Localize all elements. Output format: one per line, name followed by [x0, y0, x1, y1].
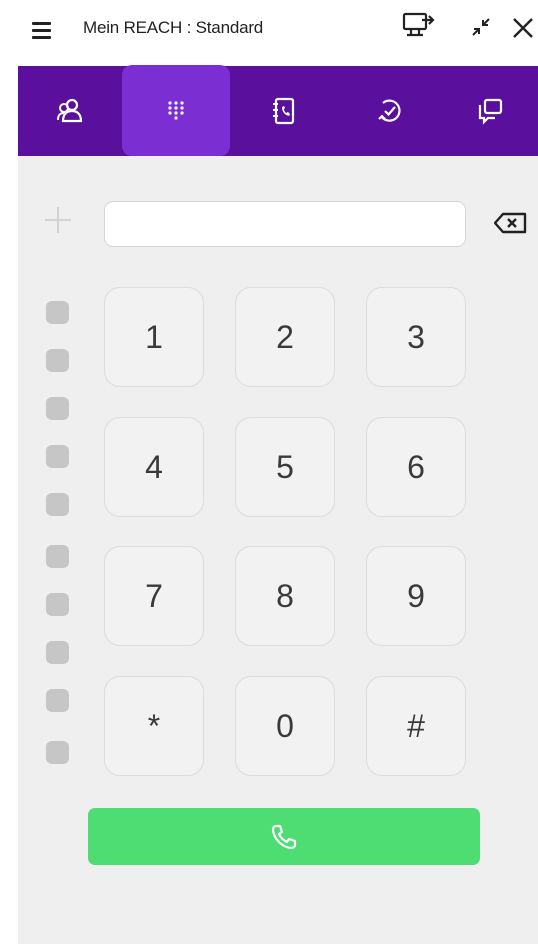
add-contact-button[interactable] [43, 205, 73, 235]
main-nav [18, 65, 538, 156]
key-2[interactable]: 2 [235, 287, 335, 387]
speed-dial-button[interactable] [46, 397, 69, 420]
close-icon[interactable] [511, 16, 535, 40]
menu-icon[interactable] [30, 18, 54, 42]
tab-history[interactable] [338, 66, 442, 156]
key-1[interactable]: 1 [104, 287, 204, 387]
speed-dial-button[interactable] [46, 445, 69, 468]
key-3[interactable]: 3 [366, 287, 466, 387]
title-bar: Mein REACH : Standard [0, 0, 538, 62]
key-9[interactable]: 9 [366, 546, 466, 646]
call-button[interactable] [88, 808, 480, 865]
speed-dial-button[interactable] [46, 493, 69, 516]
tab-phonebook[interactable] [230, 66, 338, 156]
speed-dial-button[interactable] [46, 349, 69, 372]
key-4[interactable]: 4 [104, 417, 204, 517]
key-star[interactable]: * [104, 676, 204, 776]
app-title: Mein REACH : Standard [83, 18, 264, 37]
speed-dial-button[interactable] [46, 593, 69, 616]
contacts-icon [57, 98, 83, 123]
speed-dial-button[interactable] [46, 689, 69, 712]
speed-dial-button[interactable] [46, 641, 69, 664]
tab-contacts[interactable] [18, 66, 122, 156]
minimize-icon[interactable] [470, 16, 492, 38]
dialpad-icon [168, 100, 184, 120]
history-icon [378, 99, 401, 122]
key-0[interactable]: 0 [235, 676, 335, 776]
phone-icon [271, 824, 297, 849]
key-7[interactable]: 7 [104, 546, 204, 646]
key-hash[interactable]: # [366, 676, 466, 776]
key-5[interactable]: 5 [235, 417, 335, 517]
speed-dial-button[interactable] [46, 741, 69, 764]
key-6[interactable]: 6 [366, 417, 466, 517]
speed-dial-button[interactable] [46, 545, 69, 568]
tab-dialpad[interactable] [122, 65, 230, 156]
chat-icon [478, 98, 503, 125]
tab-conversations[interactable] [442, 66, 538, 156]
phonebook-icon [273, 97, 295, 125]
backspace-icon[interactable] [494, 212, 528, 234]
screen-share-icon[interactable] [402, 11, 438, 41]
speed-dial-button[interactable] [46, 301, 69, 324]
phone-number-input[interactable] [104, 201, 466, 247]
key-8[interactable]: 8 [235, 546, 335, 646]
